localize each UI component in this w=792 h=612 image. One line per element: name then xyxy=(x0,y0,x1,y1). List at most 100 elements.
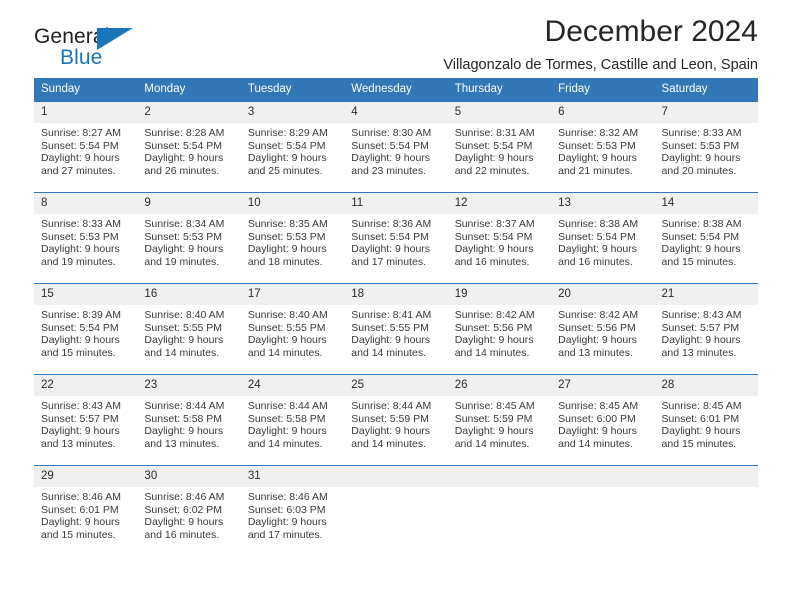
weekday-header-friday: Friday xyxy=(551,78,655,102)
weekday-header-thursday: Thursday xyxy=(447,78,552,102)
day-number: 7 xyxy=(654,102,758,123)
daylight-text-line1: Daylight: 9 hours xyxy=(247,334,327,347)
calendar-day-cell[interactable]: 22 Sunrise: 8:43 AM Sunset: 5:57 PM Dayl… xyxy=(34,374,138,466)
day-number: 17 xyxy=(240,284,345,305)
calendar-day-cell[interactable]: 7 Sunrise: 8:33 AM Sunset: 5:53 PM Dayli… xyxy=(654,101,758,193)
sunrise-text: Sunrise: 8:38 AM xyxy=(661,218,742,230)
calendar-day-cell[interactable]: 31 Sunrise: 8:46 AM Sunset: 6:03 PM Dayl… xyxy=(240,465,345,556)
daylight-text-line2: and 27 minutes. xyxy=(41,164,116,177)
day-number: 18 xyxy=(344,284,448,305)
sunset-text: Sunset: 5:55 PM xyxy=(351,321,429,334)
daylight-text-line2: and 14 minutes. xyxy=(247,346,323,359)
calendar-day-cell[interactable]: 6 Sunrise: 8:32 AM Sunset: 5:53 PM Dayli… xyxy=(551,101,655,193)
day-details: Sunrise: 8:43 AM Sunset: 5:57 PM Dayligh… xyxy=(34,396,137,450)
day-details: Sunrise: 8:27 AM Sunset: 5:54 PM Dayligh… xyxy=(34,123,137,177)
calendar-day-cell[interactable]: 14 Sunrise: 8:38 AM Sunset: 5:54 PM Dayl… xyxy=(654,192,758,284)
day-number: 24 xyxy=(240,375,345,396)
sunset-text: Sunset: 5:56 PM xyxy=(558,321,636,334)
calendar-day-cell[interactable]: 8 Sunrise: 8:33 AM Sunset: 5:53 PM Dayli… xyxy=(34,192,138,284)
daylight-text-line2: and 14 minutes. xyxy=(351,437,426,450)
day-number: 5 xyxy=(447,102,552,123)
day-details: Sunrise: 8:43 AM Sunset: 5:57 PM Dayligh… xyxy=(655,305,758,359)
calendar-day-cell[interactable]: 2 Sunrise: 8:28 AM Sunset: 5:54 PM Dayli… xyxy=(137,101,241,193)
daylight-text-line2: and 13 minutes. xyxy=(144,437,220,450)
daylight-text-line1: Daylight: 9 hours xyxy=(247,152,327,165)
daylight-text-line1: Daylight: 9 hours xyxy=(558,425,637,438)
calendar-day-cell[interactable]: 19 Sunrise: 8:42 AM Sunset: 5:56 PM Dayl… xyxy=(447,283,552,375)
day-details: Sunrise: 8:35 AM Sunset: 5:53 PM Dayligh… xyxy=(241,214,344,268)
sunset-text: Sunset: 5:59 PM xyxy=(454,412,533,425)
day-number: 21 xyxy=(654,284,758,305)
sunset-text: Sunset: 6:03 PM xyxy=(247,503,326,516)
calendar-week-row: 1 Sunrise: 8:27 AM Sunset: 5:54 PM Dayli… xyxy=(34,101,758,193)
daylight-text-line1: Daylight: 9 hours xyxy=(454,152,534,165)
weekday-header-saturday: Saturday xyxy=(654,78,758,102)
sunrise-text: Sunrise: 8:30 AM xyxy=(351,127,432,139)
day-details: Sunrise: 8:44 AM Sunset: 5:59 PM Dayligh… xyxy=(344,396,447,450)
sunrise-text: Sunrise: 8:46 AM xyxy=(41,491,121,503)
calendar-day-cell[interactable]: 5 Sunrise: 8:31 AM Sunset: 5:54 PM Dayli… xyxy=(447,101,552,193)
calendar-day-cell[interactable]: 13 Sunrise: 8:38 AM Sunset: 5:54 PM Dayl… xyxy=(551,192,655,284)
calendar-day-cell[interactable]: 4 Sunrise: 8:30 AM Sunset: 5:54 PM Dayli… xyxy=(344,101,448,193)
calendar-day-cell[interactable]: 21 Sunrise: 8:43 AM Sunset: 5:57 PM Dayl… xyxy=(654,283,758,375)
sunrise-text: Sunrise: 8:27 AM xyxy=(41,127,121,139)
sunrise-sunset-calendar: Sunday Monday Tuesday Wednesday Thursday… xyxy=(34,78,758,556)
daylight-text-line1: Daylight: 9 hours xyxy=(144,243,224,256)
calendar-week-row: 8 Sunrise: 8:33 AM Sunset: 5:53 PM Dayli… xyxy=(34,192,758,284)
day-number: 9 xyxy=(137,193,241,214)
daylight-text-line2: and 15 minutes. xyxy=(41,528,116,541)
daylight-text-line2: and 21 minutes. xyxy=(558,164,633,177)
title-block: December 2024 Villagonzalo de Tormes, Ca… xyxy=(443,0,758,75)
sunset-text: Sunset: 5:53 PM xyxy=(661,139,740,152)
calendar-day-cell[interactable]: 18 Sunrise: 8:41 AM Sunset: 5:55 PM Dayl… xyxy=(344,283,448,375)
calendar-day-cell[interactable]: 1 Sunrise: 8:27 AM Sunset: 5:54 PM Dayli… xyxy=(34,101,138,193)
daylight-text-line2: and 13 minutes. xyxy=(41,437,116,450)
calendar-day-cell[interactable]: 25 Sunrise: 8:44 AM Sunset: 5:59 PM Dayl… xyxy=(344,374,448,466)
daylight-text-line1: Daylight: 9 hours xyxy=(351,152,431,165)
day-number xyxy=(551,466,655,487)
calendar-day-cell[interactable]: 28 Sunrise: 8:45 AM Sunset: 6:01 PM Dayl… xyxy=(654,374,758,466)
sunrise-text: Sunrise: 8:31 AM xyxy=(454,127,535,139)
calendar-day-cell[interactable]: 16 Sunrise: 8:40 AM Sunset: 5:55 PM Dayl… xyxy=(137,283,241,375)
calendar-day-cell[interactable]: 9 Sunrise: 8:34 AM Sunset: 5:53 PM Dayli… xyxy=(137,192,241,284)
sunset-text: Sunset: 5:53 PM xyxy=(41,230,119,243)
day-number xyxy=(654,466,758,487)
day-details: Sunrise: 8:39 AM Sunset: 5:54 PM Dayligh… xyxy=(34,305,137,359)
calendar-day-cell[interactable]: 23 Sunrise: 8:44 AM Sunset: 5:58 PM Dayl… xyxy=(137,374,241,466)
day-details: Sunrise: 8:33 AM Sunset: 5:53 PM Dayligh… xyxy=(34,214,137,268)
calendar-day-cell[interactable]: 27 Sunrise: 8:45 AM Sunset: 6:00 PM Dayl… xyxy=(551,374,655,466)
daylight-text-line1: Daylight: 9 hours xyxy=(661,425,741,438)
daylight-text-line2: and 17 minutes. xyxy=(247,528,323,541)
daylight-text-line2: and 14 minutes. xyxy=(558,437,633,450)
calendar-day-cell[interactable]: 11 Sunrise: 8:36 AM Sunset: 5:54 PM Dayl… xyxy=(344,192,448,284)
calendar-day-cell[interactable]: 10 Sunrise: 8:35 AM Sunset: 5:53 PM Dayl… xyxy=(240,192,345,284)
daylight-text-line2: and 15 minutes. xyxy=(661,437,737,450)
sunset-text: Sunset: 5:54 PM xyxy=(454,139,533,152)
calendar-day-cell[interactable]: 20 Sunrise: 8:42 AM Sunset: 5:56 PM Dayl… xyxy=(551,283,655,375)
calendar-day-cell[interactable]: 24 Sunrise: 8:44 AM Sunset: 5:58 PM Dayl… xyxy=(240,374,345,466)
calendar-week-row: 15 Sunrise: 8:39 AM Sunset: 5:54 PM Dayl… xyxy=(34,283,758,375)
sunrise-text: Sunrise: 8:38 AM xyxy=(558,218,639,230)
calendar-day-cell[interactable]: 15 Sunrise: 8:39 AM Sunset: 5:54 PM Dayl… xyxy=(34,283,138,375)
day-details: Sunrise: 8:37 AM Sunset: 5:54 PM Dayligh… xyxy=(448,214,551,268)
sunrise-text: Sunrise: 8:32 AM xyxy=(558,127,639,139)
page-header: General Blue December 2024 Villagonzalo … xyxy=(34,0,758,74)
sunset-text: Sunset: 5:58 PM xyxy=(247,412,326,425)
day-details: Sunrise: 8:44 AM Sunset: 5:58 PM Dayligh… xyxy=(137,396,240,450)
sunset-text: Sunset: 5:59 PM xyxy=(351,412,429,425)
calendar-day-cell[interactable]: 29 Sunrise: 8:46 AM Sunset: 6:01 PM Dayl… xyxy=(34,465,138,556)
calendar-day-cell[interactable]: 3 Sunrise: 8:29 AM Sunset: 5:54 PM Dayli… xyxy=(240,101,345,193)
daylight-text-line2: and 19 minutes. xyxy=(41,255,116,268)
calendar-day-cell[interactable]: 17 Sunrise: 8:40 AM Sunset: 5:55 PM Dayl… xyxy=(240,283,345,375)
day-number: 25 xyxy=(344,375,448,396)
day-details: Sunrise: 8:46 AM Sunset: 6:03 PM Dayligh… xyxy=(241,487,344,541)
daylight-text-line2: and 15 minutes. xyxy=(661,255,737,268)
day-details: Sunrise: 8:32 AM Sunset: 5:53 PM Dayligh… xyxy=(551,123,654,177)
sunset-text: Sunset: 5:55 PM xyxy=(247,321,326,334)
calendar-day-cell[interactable]: 30 Sunrise: 8:46 AM Sunset: 6:02 PM Dayl… xyxy=(137,465,241,556)
calendar-day-cell[interactable]: 12 Sunrise: 8:37 AM Sunset: 5:54 PM Dayl… xyxy=(447,192,552,284)
daylight-text-line1: Daylight: 9 hours xyxy=(247,243,327,256)
day-details: Sunrise: 8:46 AM Sunset: 6:01 PM Dayligh… xyxy=(34,487,137,541)
sunset-text: Sunset: 5:54 PM xyxy=(144,139,223,152)
calendar-day-cell[interactable]: 26 Sunrise: 8:45 AM Sunset: 5:59 PM Dayl… xyxy=(447,374,552,466)
